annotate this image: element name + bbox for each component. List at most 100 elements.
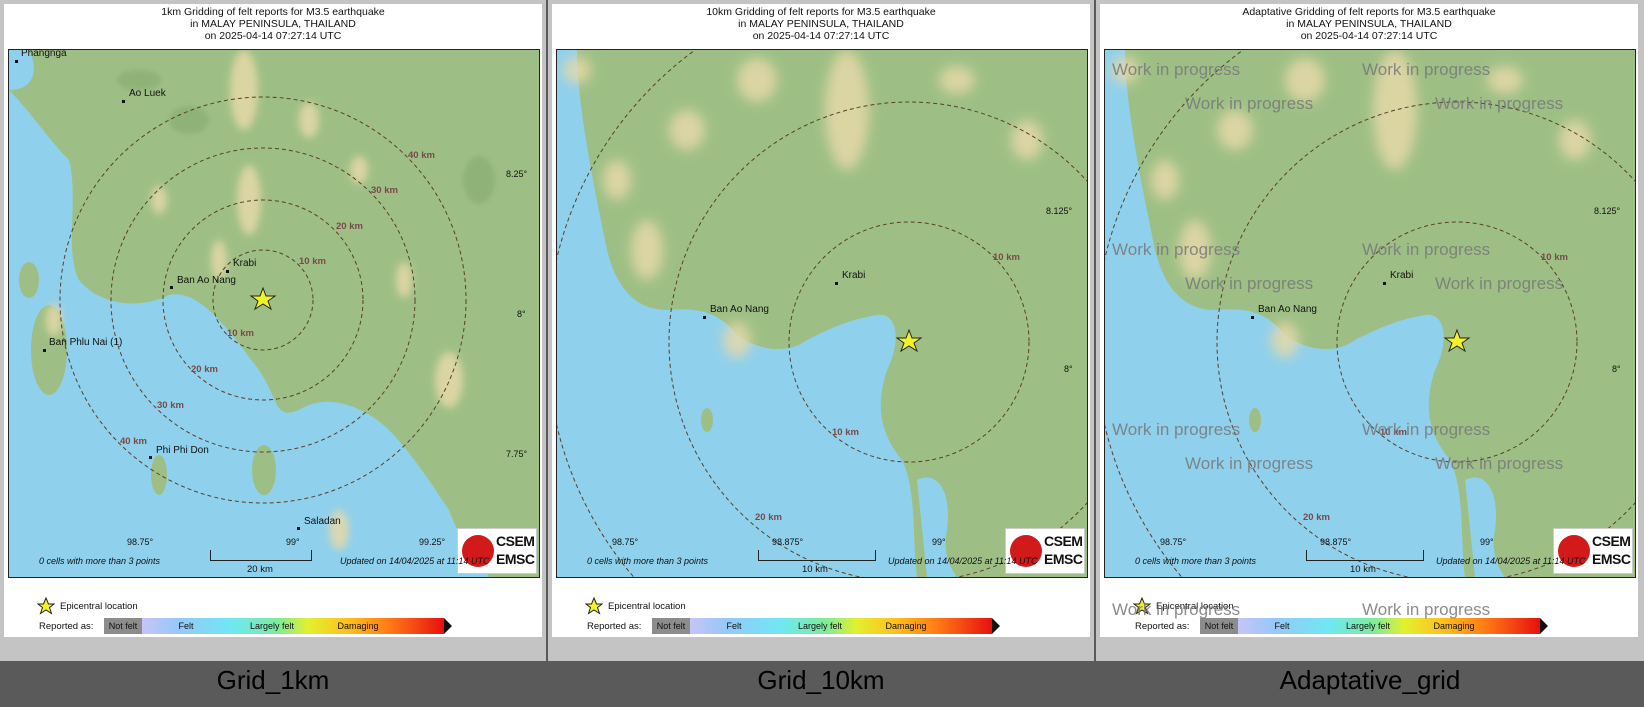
lon-label: 99.25° [419, 537, 446, 547]
updated-timestamp: Updated on 14/04/2025 at 11:14 UTC [1436, 556, 1586, 566]
watermark: Work in progress [1362, 600, 1491, 619]
relief [117, 70, 161, 90]
colorbar-arrow-icon [992, 618, 1000, 634]
lat-label: 8° [1064, 364, 1073, 374]
relief [435, 352, 463, 408]
colorbar-label: Damaging [337, 621, 379, 631]
place-label: Krabi [233, 258, 256, 269]
place-label: Ban Ao Nang [177, 275, 236, 286]
ring-label: 20 km [191, 364, 218, 375]
ring-label: 10 km [227, 328, 254, 339]
relief [1285, 58, 1325, 102]
island [19, 262, 39, 298]
title-line: on 2025-04-14 07:27:14 UTC [752, 30, 890, 42]
ring-label: 30 km [157, 400, 184, 411]
star-icon [1133, 597, 1151, 615]
scale-bar-label: 20 km [247, 564, 273, 575]
relief [737, 58, 777, 102]
relief [46, 304, 62, 336]
relief [1217, 110, 1253, 150]
intensity-colorbar: Not felt Felt Largely felt Damaging [1200, 618, 1548, 634]
epicentral-legend-label: Epicentral location [1156, 601, 1234, 612]
colorbar-segment: Not felt [1200, 618, 1238, 634]
ring-label: 40 km [408, 150, 435, 161]
panel-adaptive-grid: Adaptative Gridding of felt reports for … [1096, 0, 1644, 661]
place-marker [835, 282, 838, 285]
place-marker [15, 60, 18, 63]
lon-label: 98.75° [1160, 537, 1187, 547]
intensity-colorbar: Not felt Felt Largely felt Damaging [104, 618, 452, 634]
place-label: Ban Ao Nang [710, 304, 769, 315]
map-view[interactable]: 10 km 10 km 20 km Krabi Ban Ao Nang 8.12… [556, 49, 1088, 578]
map-sheet: 1km Gridding of felt reports for M3.5 ea… [4, 4, 542, 637]
title-line: in MALAY PENINSULA, THAILAND [1286, 18, 1452, 30]
updated-timestamp: Updated on 14/04/2025 at 11:14 UTC [340, 556, 490, 566]
panel-grid-1km: 1km Gridding of felt reports for M3.5 ea… [0, 0, 546, 661]
relief [1151, 160, 1179, 200]
relief [230, 50, 258, 130]
scale-bar [1306, 550, 1424, 561]
relief [563, 56, 591, 84]
relief [299, 102, 319, 138]
relief [463, 156, 495, 204]
panel-grid-10km: 10km Gridding of felt reports for M3.5 e… [548, 0, 1094, 661]
emsc-logo: CSEM EMSC [1005, 528, 1085, 574]
lon-label: 98.75° [127, 537, 154, 547]
place-label: Ban Phlu Nai (1) [49, 337, 122, 348]
lat-label: 8.125° [1594, 206, 1621, 216]
island [701, 408, 713, 432]
cells-count: 0 cells with more than 3 points [1135, 556, 1257, 566]
place-label: Krabi [1390, 270, 1413, 281]
place-marker [1383, 282, 1386, 285]
place-label: Ban Ao Nang [1258, 304, 1317, 315]
lon-label: 99° [286, 537, 300, 547]
relief [151, 186, 167, 214]
place-marker [226, 270, 229, 273]
lat-label: 8° [1612, 364, 1621, 374]
emsc-logo: CSEM EMSC [457, 528, 537, 574]
title-line: in MALAY PENINSULA, THAILAND [190, 18, 356, 30]
relief [631, 220, 663, 280]
map-sheet: 10km Gridding of felt reports for M3.5 e… [552, 4, 1090, 637]
place-label: Saladan [304, 516, 341, 527]
relief [669, 110, 705, 150]
logo-text: CSEM [496, 533, 535, 549]
place-label: Ao Luek [129, 88, 167, 99]
updated-timestamp: Updated on 14/04/2025 at 11:14 UTC [888, 556, 1038, 566]
map-view[interactable]: 10 km 10 km 20 km Krabi Ban Ao Nang 8.12… [1104, 49, 1636, 578]
epicentral-legend-label: Epicentral location [60, 601, 138, 612]
emsc-logo: CSEM EMSC [1553, 528, 1633, 574]
relief [1271, 322, 1299, 358]
ring-label: 20 km [755, 512, 782, 523]
logo-text: EMSC [496, 551, 535, 567]
logo-text: EMSC [1592, 551, 1631, 567]
intensity-colorbar: Not felt Felt Largely felt Damaging [652, 618, 1000, 634]
ring-label: 30 km [371, 185, 398, 196]
relief [1487, 66, 1523, 94]
place-label: Krabi [842, 270, 865, 281]
lat-label: 7.75° [506, 449, 528, 459]
colorbar-arrow-icon [444, 618, 452, 634]
relief [939, 66, 975, 94]
title-line: in MALAY PENINSULA, THAILAND [738, 18, 904, 30]
ring-label: 10 km [832, 427, 859, 438]
map-view[interactable]: 10 km 10 km 20 km 20 km 30 km 30 km 40 k… [8, 49, 540, 578]
ring-label: 10 km [1541, 252, 1568, 263]
lon-label: 98.875° [772, 537, 804, 547]
place-marker [297, 527, 300, 530]
place-label: Phi Phi Don [156, 445, 209, 456]
colorbar-label: Felt [1274, 621, 1290, 631]
relief [723, 322, 751, 358]
panel-caption: Grid_1km [216, 665, 330, 695]
relief [396, 262, 412, 298]
relief [603, 160, 631, 200]
reported-as-label: Reported as: [39, 621, 94, 632]
title-line: 10km Gridding of felt reports for M3.5 e… [706, 6, 936, 18]
place-marker [122, 100, 125, 103]
scale-bar [210, 550, 312, 561]
map-sheet: Adaptative Gridding of felt reports for … [1100, 4, 1638, 637]
title-line: on 2025-04-14 07:27:14 UTC [204, 30, 342, 42]
ring-label: 20 km [1303, 512, 1330, 523]
lat-label: 8° [517, 309, 526, 319]
lon-label: 99° [1480, 537, 1494, 547]
